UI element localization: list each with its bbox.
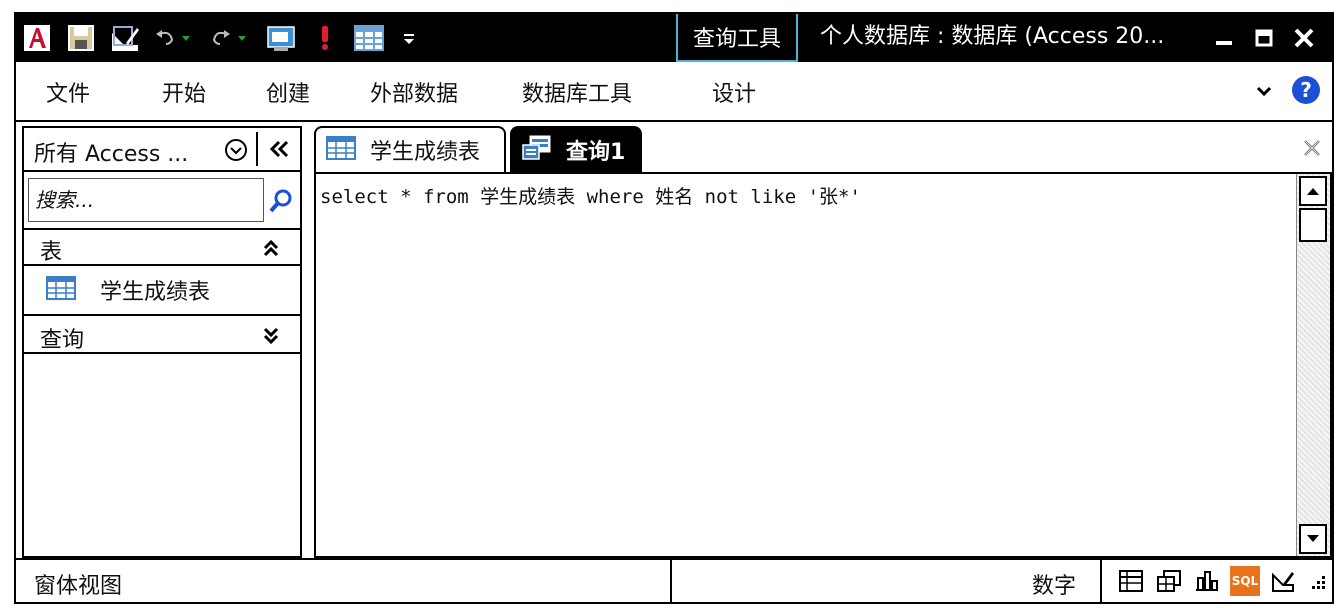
app-window: 查询工具 个人数据库 : 数据库 (Access 20... 文件 开始 创建 … xyxy=(14,12,1334,604)
help-icon[interactable]: ? xyxy=(1292,76,1320,104)
undo-icon[interactable] xyxy=(154,23,176,53)
nav-pane-header[interactable]: 所有 Access ... xyxy=(24,128,300,172)
pivot-table-view-icon[interactable] xyxy=(1154,566,1184,596)
undo-dropdown-icon[interactable] xyxy=(182,23,192,53)
tab-external-data[interactable]: 外部数据 xyxy=(370,76,458,108)
tab-home[interactable]: 开始 xyxy=(162,76,206,108)
pivot-chart-view-icon[interactable] xyxy=(1192,566,1222,596)
nav-menu-dropdown-icon[interactable] xyxy=(224,138,248,166)
vertical-scrollbar[interactable] xyxy=(1296,174,1330,556)
chevron-down-icon[interactable] xyxy=(262,326,280,350)
group-header-queries[interactable]: 查询 xyxy=(24,318,300,354)
group-label-queries: 查询 xyxy=(40,328,85,353)
minimize-button[interactable] xyxy=(1204,18,1244,58)
status-divider xyxy=(670,560,672,604)
query-icon xyxy=(522,135,552,165)
tab-create[interactable]: 创建 xyxy=(266,76,310,108)
maximize-button[interactable] xyxy=(1244,18,1284,58)
close-window-button[interactable] xyxy=(1284,18,1324,58)
view-switcher: SQL xyxy=(1116,566,1306,596)
tab-label: 查询1 xyxy=(566,140,626,165)
window-controls xyxy=(1204,14,1324,62)
redo-dropdown-icon[interactable] xyxy=(238,23,248,53)
tab-label: 学生成绩表 xyxy=(370,140,481,165)
status-view-label: 窗体视图 xyxy=(34,574,123,599)
title-bar: 查询工具 个人数据库 : 数据库 (Access 20... xyxy=(16,14,1332,62)
status-divider xyxy=(1100,560,1102,604)
sql-editor[interactable]: select * from 学生成绩表 where 姓名 not like '张… xyxy=(314,172,1332,558)
search-icon[interactable] xyxy=(268,188,294,218)
save-icon[interactable] xyxy=(66,23,96,53)
access-logo-icon[interactable] xyxy=(22,23,52,53)
ribbon-tabs: 文件 开始 创建 外部数据 数据库工具 设计 ? xyxy=(16,62,1332,122)
document-tabs: 学生成绩表 查询1 xyxy=(312,126,1332,172)
nav-item-label: 学生成绩表 xyxy=(100,280,211,305)
status-bar: 窗体视图 数字 SQL xyxy=(16,558,1332,604)
nav-header-divider xyxy=(256,132,258,166)
search-input[interactable] xyxy=(28,178,264,222)
table-icon xyxy=(46,276,76,304)
tab-file[interactable]: 文件 xyxy=(46,76,90,108)
design-view-icon[interactable] xyxy=(1268,566,1298,596)
run-icon[interactable] xyxy=(310,23,340,53)
group-header-tables[interactable]: 表 xyxy=(24,230,300,266)
datasheet-view-icon[interactable] xyxy=(1116,566,1146,596)
nav-search xyxy=(24,172,300,230)
tab-student-scores[interactable]: 学生成绩表 xyxy=(314,126,506,172)
sql-view-button[interactable]: SQL xyxy=(1230,566,1260,596)
design-edit-icon[interactable] xyxy=(110,23,140,53)
num-lock-indicator: 数字 xyxy=(1032,574,1077,599)
datasheet-icon[interactable] xyxy=(354,23,384,53)
window-title: 个人数据库 : 数据库 (Access 20... xyxy=(820,24,1165,49)
tab-query1[interactable]: 查询1 xyxy=(510,126,642,172)
chevron-up-icon[interactable] xyxy=(262,238,280,262)
tab-database-tools[interactable]: 数据库工具 xyxy=(522,76,632,108)
resize-grip-icon[interactable] xyxy=(1310,574,1326,594)
quick-access-toolbar xyxy=(22,22,426,54)
customize-qat-icon[interactable] xyxy=(398,23,420,53)
tab-design[interactable]: 设计 xyxy=(712,76,756,108)
nav-pane-title: 所有 Access ... xyxy=(34,142,189,167)
redo-icon[interactable] xyxy=(210,23,232,53)
scroll-thumb[interactable] xyxy=(1299,208,1327,242)
query-tools-context-tab[interactable]: 查询工具 xyxy=(676,14,798,62)
scroll-up-button[interactable] xyxy=(1299,176,1327,206)
query-tools-label: 查询工具 xyxy=(692,27,781,52)
collapse-pane-icon[interactable] xyxy=(268,138,290,164)
scroll-down-button[interactable] xyxy=(1299,524,1327,554)
ribbon-expand-icon[interactable] xyxy=(1256,82,1272,101)
nav-item-student-scores-table[interactable]: 学生成绩表 xyxy=(24,266,300,316)
sql-text[interactable]: select * from 学生成绩表 where 姓名 not like '张… xyxy=(320,182,861,209)
close-document-icon[interactable] xyxy=(1302,138,1322,162)
group-label-tables: 表 xyxy=(40,240,63,265)
table-icon xyxy=(326,136,356,164)
navigation-pane: 所有 Access ... 表 学生成绩表 xyxy=(22,126,302,558)
sql-view-icon[interactable] xyxy=(266,23,296,53)
